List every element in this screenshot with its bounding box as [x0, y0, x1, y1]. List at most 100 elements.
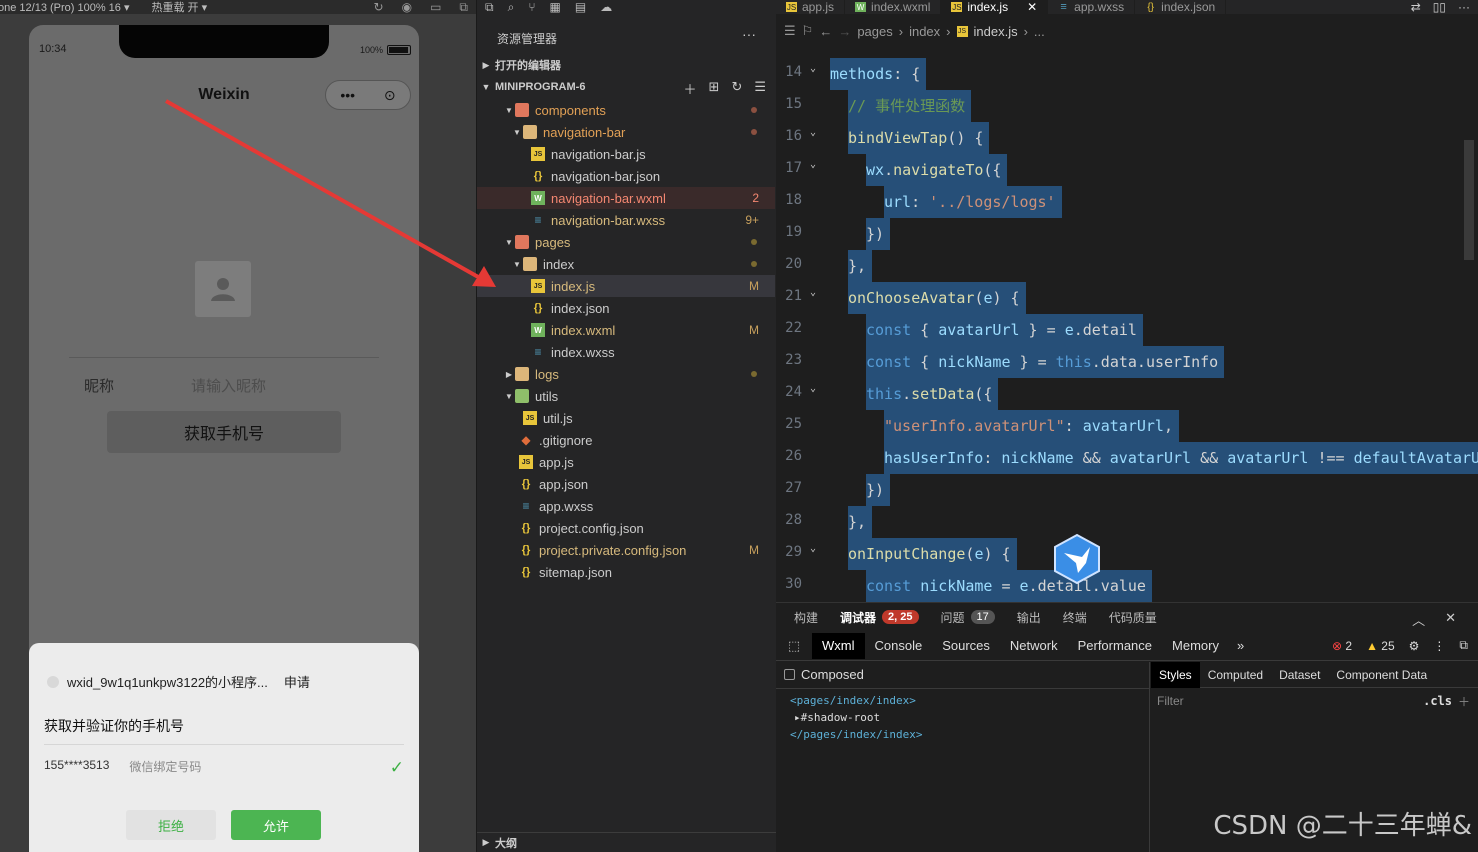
file-row[interactable]: {} navigation-bar.json	[477, 165, 775, 187]
deny-button[interactable]: 拒绝	[126, 810, 216, 840]
code-line[interactable]: 14 ⌄ methods: {	[776, 58, 1478, 90]
debug-tab[interactable]: 终端	[1063, 609, 1087, 626]
devtools-tab-memory[interactable]: Memory	[1162, 633, 1229, 659]
file-row[interactable]: {} index.json	[477, 297, 775, 319]
devtools-tab-performance[interactable]: Performance	[1068, 633, 1162, 659]
forward-icon[interactable]: →	[838, 24, 851, 39]
files-icon[interactable]: ⧉	[485, 0, 494, 15]
code-line[interactable]: 22 const { avatarUrl } = e.detail	[776, 314, 1478, 346]
folder-row[interactable]: ▼ pages	[477, 231, 775, 253]
fold-chevron-icon[interactable]: ⌄	[810, 287, 816, 298]
file-row[interactable]: ◆ .gitignore	[477, 429, 775, 451]
code-line[interactable]: 20},	[776, 250, 1478, 282]
source-control-icon[interactable]: ⑂	[528, 0, 535, 14]
folder-row[interactable]: ▼ index	[477, 253, 775, 275]
code-line[interactable]: 18 url: '../logs/logs'	[776, 186, 1478, 218]
compare-icon[interactable]: ⇄	[1411, 0, 1421, 14]
warning-count[interactable]: ▲ 25	[1366, 639, 1395, 653]
style-tab-computed[interactable]: Computed	[1200, 662, 1271, 688]
phone-option[interactable]: 155****3513 微信绑定号码 ✓	[44, 758, 404, 778]
more-icon[interactable]: •••	[340, 87, 355, 103]
dock-icon[interactable]: ⧉	[1459, 638, 1468, 653]
file-row[interactable]: ≡ index.wxss	[477, 341, 775, 363]
code-line[interactable]: 19})	[776, 218, 1478, 250]
code-line[interactable]: 26 hasUserInfo: nickName && avatarUrl && …	[776, 442, 1478, 474]
devtools-tab-sources[interactable]: Sources	[932, 633, 1000, 659]
wxml-node[interactable]: <pages/index/index>	[776, 692, 1150, 709]
tab-app-wxss[interactable]: ≡ app.wxss	[1048, 0, 1136, 14]
allow-button[interactable]: 允许	[231, 810, 321, 840]
code-line[interactable]: 23 const { nickName } = this.data.userInf…	[776, 346, 1478, 378]
chevron-up-icon[interactable]: ︿	[1412, 610, 1425, 629]
file-row[interactable]: JS app.js	[477, 451, 775, 473]
refresh-icon[interactable]: ↻	[374, 0, 384, 15]
breadcrumb-index[interactable]: index	[909, 24, 940, 39]
kebab-menu-icon[interactable]: ⋮	[1433, 639, 1445, 653]
code-line[interactable]: 15 // 事件处理函数	[776, 90, 1478, 122]
style-filter[interactable]: Filter .cls ＋	[1151, 688, 1478, 714]
file-row[interactable]: JS navigation-bar.js	[477, 143, 775, 165]
rotate-icon[interactable]: ▭	[430, 0, 441, 15]
refresh-icon[interactable]: ↻	[731, 79, 742, 98]
device-selector[interactable]: one 12/13 (Pro) 100% 16 ▾	[0, 1, 130, 14]
extensions-icon[interactable]: ▦	[550, 0, 561, 14]
fold-chevron-icon[interactable]: ⌄	[810, 63, 816, 74]
file-row[interactable]: Windex.wxml M	[477, 319, 775, 341]
code-line[interactable]: 24 ⌄ this.setData({	[776, 378, 1478, 410]
fold-chevron-icon[interactable]: ⌄	[810, 127, 816, 138]
more-icon[interactable]: ···	[1458, 0, 1470, 14]
folder-row[interactable]: ▼ components	[477, 99, 775, 121]
inspect-icon[interactable]: ⬚	[776, 638, 812, 654]
debug-tab[interactable]: 问题 17	[941, 609, 995, 626]
code-line[interactable]: 27})	[776, 474, 1478, 506]
devtools-tab-network[interactable]: Network	[1000, 633, 1068, 659]
style-tab-styles[interactable]: Styles	[1151, 661, 1200, 688]
code-line[interactable]: 29 ⌄ onInputChange(e) {	[776, 538, 1478, 570]
style-tab-dataset[interactable]: Dataset	[1271, 662, 1328, 688]
debug-icon[interactable]: ▤	[575, 0, 586, 14]
fold-chevron-icon[interactable]: ⌄	[810, 543, 816, 554]
more-actions-icon[interactable]: ···	[742, 26, 756, 42]
cloud-icon[interactable]: ☁	[600, 0, 612, 14]
file-row[interactable]: {} project.private.config.json M	[477, 539, 775, 561]
bookmark-icon[interactable]: ⚐	[802, 23, 814, 39]
get-phone-number-button[interactable]: 获取手机号	[107, 411, 341, 453]
fold-chevron-icon[interactable]: ⌄	[810, 159, 816, 170]
devtools-tab-wxml[interactable]: Wxml	[812, 632, 865, 659]
code-line[interactable]: 17 ⌄ wx.navigateTo({	[776, 154, 1478, 186]
folder-row[interactable]: ▶ logs	[477, 363, 775, 385]
folder-row[interactable]: ▼ utils	[477, 385, 775, 407]
shadow-root-node[interactable]: ▸#shadow-root	[776, 709, 1150, 726]
settings-icon[interactable]: ⚙	[1409, 639, 1420, 653]
code-line[interactable]: 30 const nickName = e.detail.value	[776, 570, 1478, 602]
open-editors-section[interactable]: ▶ 打开的编辑器	[477, 54, 777, 76]
new-file-icon[interactable]: ＋	[684, 79, 697, 98]
file-row[interactable]: ≡ navigation-bar.wxss 9+	[477, 209, 775, 231]
filter-input[interactable]: Filter	[1157, 694, 1184, 708]
code-line[interactable]: 28},	[776, 506, 1478, 538]
composed-checkbox[interactable]: Composed	[784, 667, 864, 682]
tab-index-js[interactable]: JS index.js ✕	[941, 0, 1049, 14]
breadcrumb-file[interactable]: index.js	[974, 24, 1018, 39]
close-icon[interactable]: ⊙	[384, 87, 396, 104]
code-line[interactable]: 25 "userInfo.avatarUrl": avatarUrl,	[776, 410, 1478, 442]
stop-icon[interactable]: ◉	[402, 0, 412, 15]
add-rule-icon[interactable]: ＋	[1458, 693, 1470, 710]
tab-index-json[interactable]: {} index.json	[1135, 0, 1227, 14]
collapse-icon[interactable]: ☰	[754, 79, 766, 98]
new-folder-icon[interactable]: ⊞	[709, 79, 720, 98]
fold-chevron-icon[interactable]: ⌄	[810, 383, 816, 394]
wxml-node-close[interactable]: </pages/index/index>	[776, 726, 1150, 743]
code-line[interactable]: 16 ⌄ bindViewTap() {	[776, 122, 1478, 154]
split-editor-icon[interactable]: ▯▯	[1433, 0, 1446, 14]
close-icon[interactable]: ✕	[1445, 610, 1456, 629]
scrollbar[interactable]	[1464, 140, 1474, 260]
file-row[interactable]: JS util.js	[477, 407, 775, 429]
window-icon[interactable]: ⧉	[459, 0, 468, 15]
tab-index-wxml[interactable]: Windex.wxml	[845, 0, 942, 14]
devtools-tab-console[interactable]: Console	[865, 633, 933, 659]
more-tabs-icon[interactable]: »	[1229, 638, 1252, 653]
folder-row[interactable]: ▼ navigation-bar	[477, 121, 775, 143]
file-row[interactable]: {} sitemap.json	[477, 561, 775, 583]
debug-tab[interactable]: 调试器 2, 25	[840, 609, 919, 626]
